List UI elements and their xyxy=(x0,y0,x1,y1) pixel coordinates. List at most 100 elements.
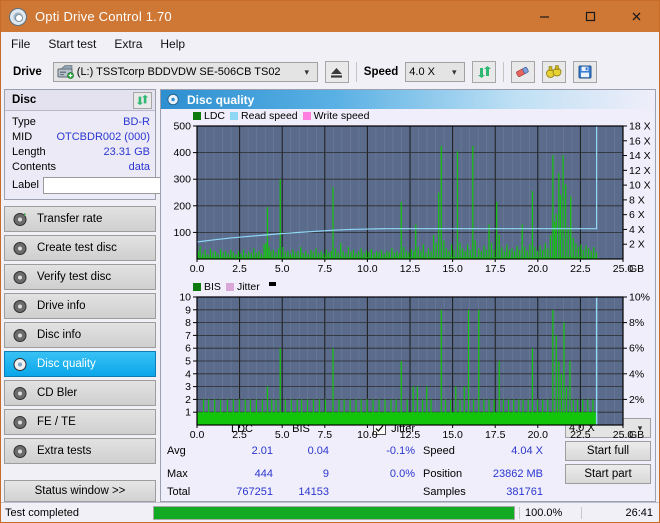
svg-text:22.5: 22.5 xyxy=(570,429,591,441)
svg-text:22.5: 22.5 xyxy=(570,263,591,275)
disc-write-icon xyxy=(13,241,27,255)
sidebar-item-disc-info[interactable]: Disc info xyxy=(4,322,156,348)
svg-text:5: 5 xyxy=(185,356,191,368)
charts-area: LDC Read speed Write speed 100 200 300 400 5… xyxy=(161,109,655,442)
status-window-button[interactable]: Status window >> xyxy=(4,480,156,502)
sidebar-item-disc-quality[interactable]: Disc quality xyxy=(4,351,156,377)
sidebar-item-transfer-rate[interactable]: Transfer rate xyxy=(4,206,156,232)
menu-bar: File Start test Extra Help xyxy=(1,32,659,55)
sidebar-item-label: Disc quality xyxy=(37,358,96,370)
disc-quality-icon xyxy=(13,357,27,371)
close-icon[interactable] xyxy=(613,1,659,32)
save-button[interactable] xyxy=(573,61,598,83)
disc-fete-icon xyxy=(13,415,27,429)
svg-text:200: 200 xyxy=(173,200,191,212)
sidebar-item-label: CD Bler xyxy=(37,387,78,399)
progress-percent: 100.0% xyxy=(519,506,581,519)
legend-swatch-read-speed xyxy=(230,111,239,120)
stats-row-label-max: Max xyxy=(167,467,188,480)
sidebar-item-cd-bler[interactable]: CD Bler xyxy=(4,380,156,406)
disc-refresh-button[interactable] xyxy=(133,91,152,109)
svg-text:14 X: 14 X xyxy=(629,150,651,162)
title-bar: Opti Drive Control 1.70 xyxy=(1,1,659,32)
progress-bar xyxy=(153,505,515,520)
maximize-icon[interactable] xyxy=(567,1,613,32)
refresh-icon xyxy=(477,66,491,78)
sidebar-item-drive-info[interactable]: Drive info xyxy=(4,293,156,319)
app-title: Opti Drive Control 1.70 xyxy=(35,9,172,24)
bis-chart: BIS Jitter 1 2 3 4 5 6 7 8 9 10 2% 4% 6% 8% 10% 0.0 2.5 5… xyxy=(161,280,655,446)
legend-marker-icon xyxy=(268,282,276,286)
bis-legend: BIS Jitter xyxy=(161,280,655,293)
svg-text:17.5: 17.5 xyxy=(485,429,506,441)
minimize-icon[interactable] xyxy=(521,1,567,32)
stats-max-ldc: 444 xyxy=(254,467,273,480)
sidebar-item-label: FE / TE xyxy=(37,416,76,428)
legend-write-speed: Write speed xyxy=(302,109,370,122)
disc-bler-icon xyxy=(13,386,27,400)
legend-label: Read speed xyxy=(241,109,298,122)
stats-row-label-avg: Avg xyxy=(167,445,186,458)
disc-row-contents: Contents data xyxy=(12,159,150,174)
sidebar-item-label: Extra tests xyxy=(37,445,92,457)
svg-text:20.0: 20.0 xyxy=(528,429,549,441)
svg-text:5.0: 5.0 xyxy=(275,429,290,441)
legend-swatch-bis xyxy=(193,282,201,291)
disc-info-list: Type BD-R MID OTCBDR002 (000) Length 23.… xyxy=(5,111,246,199)
menu-item-start-test[interactable]: Start test xyxy=(48,37,96,51)
svg-text:4%: 4% xyxy=(629,368,644,380)
drive-value: (L:) TSSTcorp BDDVDW SE-506CB TS02 xyxy=(76,66,281,78)
stats-total-ldc: 767251 xyxy=(236,486,273,498)
sidebar-item-fe-te[interactable]: FE / TE xyxy=(4,409,156,435)
nav-list: Transfer rate Create test disc Verify te… xyxy=(4,206,156,464)
disc-row-value: 23.31 GB xyxy=(103,145,150,158)
disc-extra-icon xyxy=(13,444,27,458)
stats-avg-bis: 0.04 xyxy=(307,445,329,458)
svg-text:10%: 10% xyxy=(629,293,650,304)
start-part-button[interactable]: Start part xyxy=(565,464,651,484)
svg-text:9: 9 xyxy=(185,304,191,316)
legend-label: Write speed xyxy=(313,109,370,122)
stats-avg-ldc: 2.01 xyxy=(251,445,273,458)
disc-label-key: Label xyxy=(12,179,39,191)
svg-text:10: 10 xyxy=(179,293,191,304)
save-icon xyxy=(578,65,592,79)
menu-item-file[interactable]: File xyxy=(11,37,30,51)
legend-label: LDC xyxy=(204,109,226,122)
svg-text:GB: GB xyxy=(629,263,644,275)
svg-text:18 X: 18 X xyxy=(629,122,651,133)
sidebar-item-create-test-disc[interactable]: Create test disc xyxy=(4,235,156,261)
stats-max-jitter: 0.0% xyxy=(389,467,415,480)
sidebar: Disc Type BD-R MID OTCBDR002 (000) Lengt… xyxy=(4,89,246,502)
svg-text:4 X: 4 X xyxy=(629,224,645,236)
disc-quality-panel: Disc quality LDC Read speed Write speed … xyxy=(160,89,656,502)
speed-select[interactable]: 4.0 X ▾ xyxy=(405,62,466,82)
menu-item-extra[interactable]: Extra xyxy=(114,37,142,51)
svg-text:400: 400 xyxy=(173,147,191,159)
panel-title: Disc quality xyxy=(187,92,255,107)
stats-max-bis: 9 xyxy=(322,467,329,480)
refresh-button[interactable] xyxy=(472,61,497,83)
svg-text:8%: 8% xyxy=(629,317,644,329)
sidebar-item-label: Verify test disc xyxy=(37,271,112,283)
legend-label: Jitter xyxy=(236,280,260,293)
eject-button[interactable] xyxy=(324,61,349,83)
menu-item-help[interactable]: Help xyxy=(160,37,185,51)
ldc-chart: LDC Read speed Write speed 100 200 300 400 5… xyxy=(161,109,655,280)
app-icon xyxy=(9,7,27,26)
main-body: Disc Type BD-R MID OTCBDR002 (000) Lengt… xyxy=(1,89,659,502)
erase-button[interactable] xyxy=(511,61,536,83)
svg-text:7.5: 7.5 xyxy=(317,263,332,275)
sidebar-item-extra-tests[interactable]: Extra tests xyxy=(4,438,156,464)
drive-select[interactable]: (L:) TSSTcorp BDDVDW SE-506CB TS02 ▾ xyxy=(52,62,318,82)
scan-button[interactable] xyxy=(542,61,567,83)
stats-row-label-total: Total xyxy=(167,486,191,498)
svg-text:17.5: 17.5 xyxy=(485,263,506,275)
sidebar-item-verify-test-disc[interactable]: Verify test disc xyxy=(4,264,156,290)
toolbar-divider xyxy=(503,62,505,82)
legend-ldc: LDC xyxy=(193,110,225,122)
chevron-down-icon: ▾ xyxy=(304,66,310,77)
window-controls xyxy=(521,1,659,32)
disc-row-value: data xyxy=(128,160,150,173)
